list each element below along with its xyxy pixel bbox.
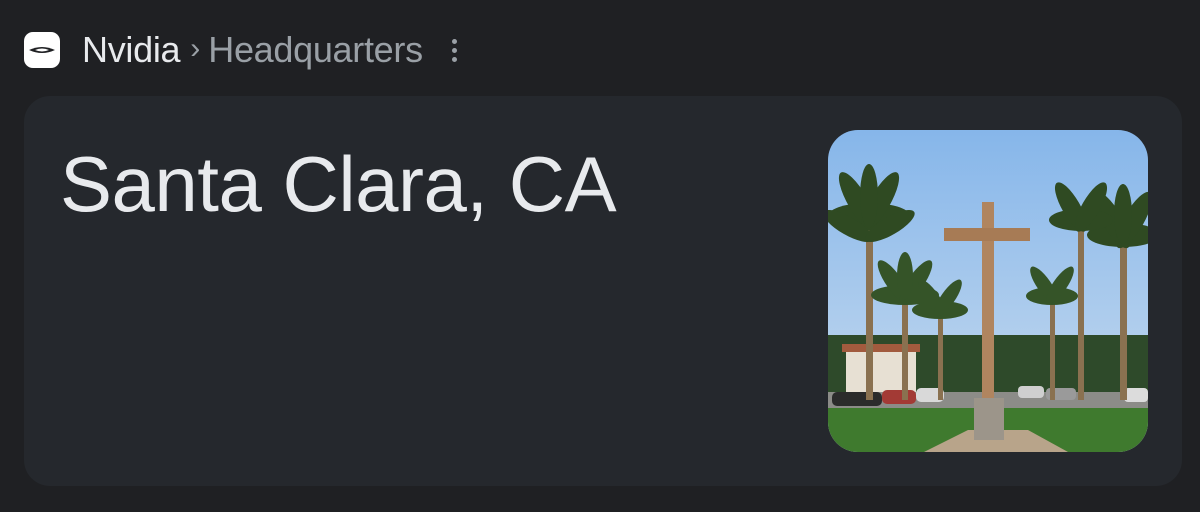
building-roof [842,344,920,352]
chevron-right-icon: › [190,32,201,65]
breadcrumb-entity[interactable]: Nvidia [82,29,181,71]
dot [452,47,458,53]
dot [452,38,458,44]
logo-mark [29,47,55,53]
answer-title: Santa Clara, CA [60,140,617,228]
nvidia-logo-icon[interactable] [24,32,60,68]
photo-illustration [828,130,1148,452]
more-vert-icon[interactable] [443,30,467,70]
location-photo-image[interactable] [828,130,1148,452]
breadcrumb: Nvidia › Headquarters [24,28,467,72]
breadcrumb-attribute[interactable]: Headquarters [208,29,423,71]
dot [452,56,458,62]
answer-card: Santa Clara, CA [24,96,1182,486]
